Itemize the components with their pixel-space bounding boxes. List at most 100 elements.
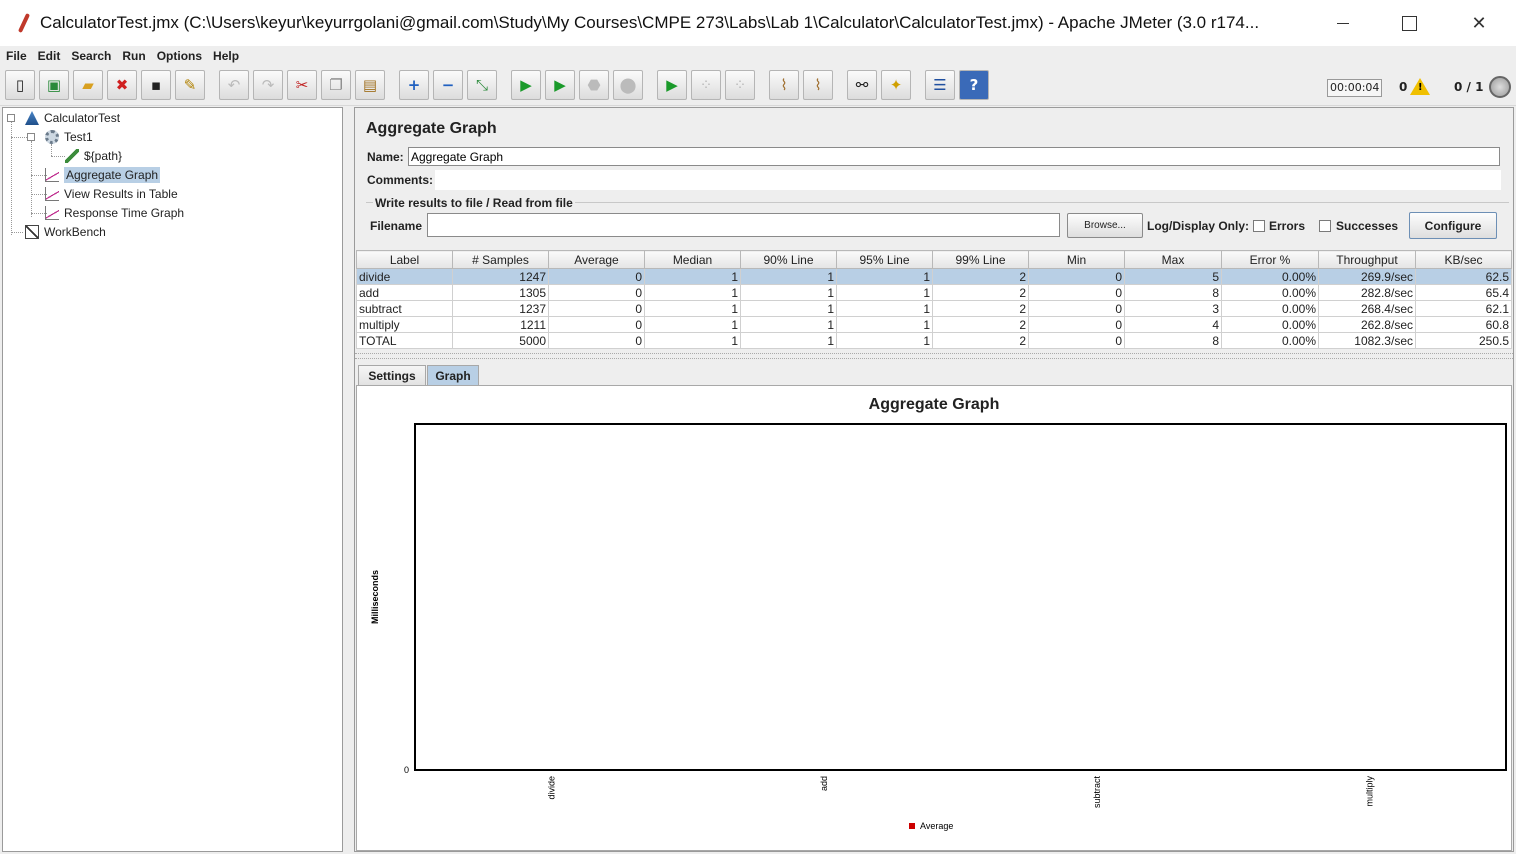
column-header[interactable]: Error % bbox=[1221, 250, 1319, 269]
graph-listener-icon bbox=[45, 187, 59, 201]
tree-node-aggregate-graph[interactable]: Aggregate Graph bbox=[45, 166, 161, 184]
reset-search-icon[interactable]: ✦ bbox=[881, 70, 911, 100]
templates-icon[interactable]: ▣ bbox=[39, 70, 69, 100]
browse-button[interactable]: Browse... bbox=[1067, 213, 1143, 238]
tree-toggle[interactable] bbox=[27, 133, 35, 141]
search-icon[interactable]: ⚯ bbox=[847, 70, 877, 100]
table-cell: 1 bbox=[644, 268, 741, 285]
column-header[interactable]: Min bbox=[1028, 250, 1125, 269]
tree-node-view-results-in-table[interactable]: View Results in Table bbox=[45, 185, 178, 203]
start-no-pause-icon[interactable]: ▶ bbox=[545, 70, 575, 100]
table-row[interactable]: TOTAL 5000 0 1 1 1 2 0 8 0.00% 1082.3/se… bbox=[356, 332, 1512, 349]
tree-node-label: WorkBench bbox=[44, 225, 106, 239]
open-icon[interactable]: ▰ bbox=[73, 70, 103, 100]
menu-help[interactable]: Help bbox=[213, 49, 239, 63]
warning-icon[interactable]: ! bbox=[1410, 78, 1430, 95]
table-cell: 262.8/sec bbox=[1318, 316, 1416, 333]
column-header[interactable]: Average bbox=[548, 250, 645, 269]
tree-node-response-time-graph[interactable]: Response Time Graph bbox=[45, 204, 184, 222]
help-icon[interactable]: ? bbox=[959, 70, 989, 100]
start-icon[interactable]: ▶ bbox=[511, 70, 541, 100]
paste-icon[interactable]: ▤ bbox=[355, 70, 385, 100]
clear-icon[interactable]: ⌇ bbox=[769, 70, 799, 100]
column-header[interactable]: 90% Line bbox=[740, 250, 837, 269]
active-threads: 0 / 1 bbox=[1454, 80, 1484, 94]
expand-icon[interactable]: + bbox=[399, 70, 429, 100]
function-helper-icon[interactable]: ☰ bbox=[925, 70, 955, 100]
tree-toggle[interactable] bbox=[7, 114, 15, 122]
table-cell: 1 bbox=[740, 332, 837, 349]
new-icon[interactable]: ▯ bbox=[5, 70, 35, 100]
shutdown-icon[interactable]: ⬤ bbox=[613, 70, 643, 100]
table-cell: 250.5 bbox=[1415, 332, 1512, 349]
close-window-button[interactable]: ✕ bbox=[1456, 0, 1502, 46]
column-header[interactable]: Max bbox=[1124, 250, 1222, 269]
column-header[interactable]: Label bbox=[356, 250, 453, 269]
table-row[interactable]: subtract 1237 0 1 1 1 2 0 3 0.00% 268.4/… bbox=[356, 300, 1512, 317]
column-header[interactable]: 95% Line bbox=[836, 250, 933, 269]
redo-icon[interactable]: ↷ bbox=[253, 70, 283, 100]
remote-shutdown-icon[interactable]: ⁘ bbox=[725, 70, 755, 100]
column-header[interactable]: Throughput bbox=[1318, 250, 1416, 269]
x-tick-label: divide bbox=[546, 776, 556, 800]
stop-icon[interactable]: ⬣ bbox=[579, 70, 609, 100]
configure-button[interactable]: Configure bbox=[1409, 212, 1497, 239]
collapse-icon[interactable]: − bbox=[433, 70, 463, 100]
sampler-icon bbox=[65, 149, 79, 163]
maximize-button[interactable] bbox=[1386, 0, 1432, 46]
column-header[interactable]: # Samples bbox=[452, 250, 549, 269]
menu-edit[interactable]: Edit bbox=[38, 49, 61, 63]
tab-settings[interactable]: Settings bbox=[358, 365, 426, 385]
y-tick-label: 0 bbox=[404, 765, 409, 775]
save-icon[interactable]: ▪ bbox=[141, 70, 171, 100]
table-cell: 2 bbox=[932, 332, 1029, 349]
cut-icon[interactable]: ✂ bbox=[287, 70, 317, 100]
table-cell: 0 bbox=[548, 268, 645, 285]
column-header[interactable]: 99% Line bbox=[932, 250, 1029, 269]
table-cell: 0 bbox=[1028, 332, 1125, 349]
table-row[interactable]: multiply 1211 0 1 1 1 2 0 4 0.00% 262.8/… bbox=[356, 316, 1512, 333]
close-icon[interactable]: ✖ bbox=[107, 70, 137, 100]
tree-node-path-sampler[interactable]: ${path} bbox=[65, 147, 122, 165]
table-row[interactable]: divide 1247 0 1 1 1 2 0 5 0.00% 269.9/se… bbox=[356, 268, 1512, 285]
errors-label: Errors bbox=[1269, 219, 1306, 233]
save-as-icon[interactable]: ✎ bbox=[175, 70, 205, 100]
tree-node-calculatortest[interactable]: CalculatorTest bbox=[25, 109, 120, 127]
table-cell: 0.00% bbox=[1221, 316, 1319, 333]
horizontal-splitter[interactable] bbox=[355, 353, 1513, 359]
menu-run[interactable]: Run bbox=[122, 49, 145, 63]
tab-graph[interactable]: Graph bbox=[427, 365, 479, 385]
copy-icon[interactable]: ❐ bbox=[321, 70, 351, 100]
menu-search[interactable]: Search bbox=[71, 49, 111, 63]
undo-icon[interactable]: ↶ bbox=[219, 70, 249, 100]
x-tick-label: add bbox=[819, 776, 829, 791]
table-cell: 0 bbox=[548, 284, 645, 301]
table-cell: 1 bbox=[836, 316, 933, 333]
remote-start-icon[interactable]: ▶ bbox=[657, 70, 687, 100]
comments-field[interactable] bbox=[435, 170, 1501, 190]
remote-stop-icon[interactable]: ⁘ bbox=[691, 70, 721, 100]
jmeter-feather-icon bbox=[14, 12, 34, 34]
column-header[interactable]: Median bbox=[644, 250, 741, 269]
legend-label: Average bbox=[920, 821, 953, 831]
tree-node-workbench[interactable]: WorkBench bbox=[25, 223, 106, 241]
toolbar: ▯ ▣ ▰ ✖ ▪ ✎ ↶ ↷ ✂ ❐ ▤ + − ⤡ ▶ ▶ ⬣ ⬤ ▶ ⁘ … bbox=[0, 66, 1516, 106]
clear-all-icon[interactable]: ⌇ bbox=[803, 70, 833, 100]
column-header[interactable]: KB/sec bbox=[1415, 250, 1512, 269]
menu-file[interactable]: File bbox=[6, 49, 27, 63]
errors-checkbox[interactable] bbox=[1253, 220, 1265, 232]
table-row[interactable]: add 1305 0 1 1 1 2 0 8 0.00% 282.8/sec 6… bbox=[356, 284, 1512, 301]
successes-checkbox[interactable] bbox=[1319, 220, 1331, 232]
filename-field[interactable] bbox=[427, 213, 1060, 237]
name-field[interactable] bbox=[408, 147, 1500, 166]
table-cell: 62.5 bbox=[1415, 268, 1512, 285]
toggle-icon[interactable]: ⤡ bbox=[467, 70, 497, 100]
minimize-button[interactable] bbox=[1320, 0, 1366, 46]
title-bar: CalculatorTest.jmx (C:\Users\keyur\keyur… bbox=[0, 0, 1516, 46]
tree-node-test1[interactable]: Test1 bbox=[45, 128, 93, 146]
vertical-splitter[interactable] bbox=[344, 107, 353, 852]
table-cell: 5 bbox=[1124, 268, 1222, 285]
menu-options[interactable]: Options bbox=[157, 49, 202, 63]
table-cell: 2 bbox=[932, 316, 1029, 333]
remote-status-icon bbox=[1489, 76, 1511, 98]
